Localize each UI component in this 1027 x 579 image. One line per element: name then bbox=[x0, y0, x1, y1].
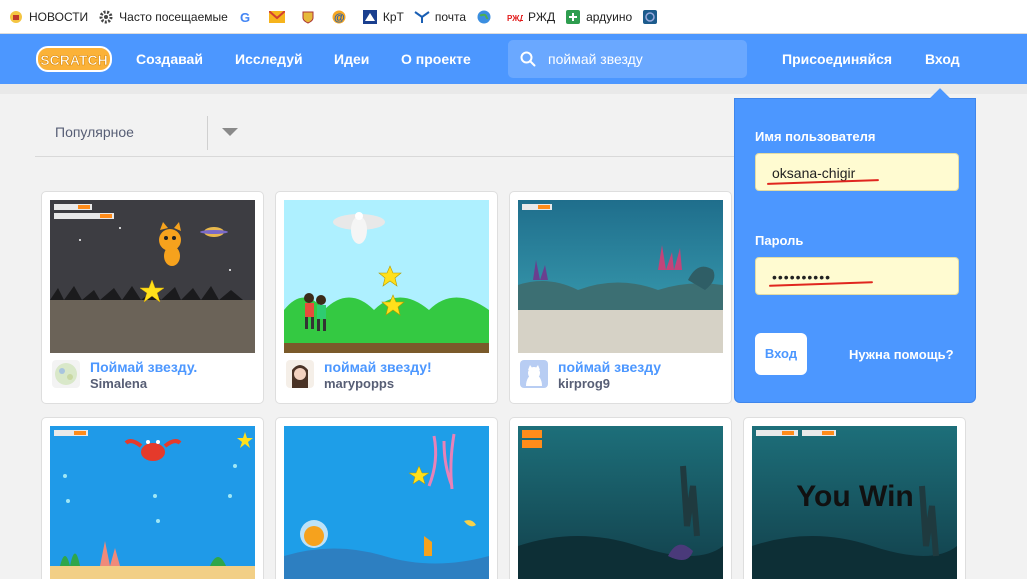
bookmark-post[interactable]: почта bbox=[414, 9, 466, 25]
header-shadow bbox=[0, 84, 1027, 94]
nav-ideas[interactable]: Идеи bbox=[334, 34, 369, 84]
bookmark-mail[interactable] bbox=[268, 9, 290, 25]
avatar[interactable] bbox=[520, 360, 548, 388]
sort-filter: Популярное bbox=[35, 108, 735, 157]
bookmark-google[interactable]: G bbox=[238, 9, 259, 25]
bookmark-emblem[interactable] bbox=[300, 9, 321, 25]
bookmark-frequent[interactable]: Часто посещаемые bbox=[98, 9, 228, 25]
rzd-icon: РЖД bbox=[507, 9, 523, 25]
project-card[interactable]: поймай звезду! marypopps bbox=[275, 191, 498, 404]
bookmark-at[interactable]: @ bbox=[331, 9, 352, 25]
project-thumbnail[interactable] bbox=[284, 426, 489, 579]
project-thumbnail[interactable] bbox=[518, 426, 723, 579]
login-dropdown: Имя пользователя oksana-chigir Пароль ••… bbox=[734, 88, 976, 403]
help-link[interactable]: Нужна помощь? bbox=[849, 347, 954, 362]
nav-explore[interactable]: Исследуй bbox=[235, 34, 303, 84]
nav-join[interactable]: Присоединяйся bbox=[782, 34, 892, 84]
username-field[interactable]: oksana-chigir bbox=[755, 153, 959, 191]
search-input[interactable] bbox=[548, 40, 738, 78]
project-card[interactable] bbox=[275, 417, 498, 579]
signin-button[interactable]: Вход bbox=[755, 333, 807, 375]
circle-icon bbox=[642, 9, 658, 25]
scratch-logo-text: SCRATCH bbox=[40, 52, 107, 68]
emblem-icon bbox=[300, 9, 316, 25]
project-card[interactable]: You Win bbox=[743, 417, 966, 579]
svg-text:РЖД: РЖД bbox=[507, 14, 523, 22]
username-label: Имя пользователя bbox=[755, 129, 876, 144]
at-icon: @ bbox=[331, 9, 347, 25]
post-icon bbox=[414, 9, 430, 25]
bookmark-krt[interactable]: КрТ bbox=[362, 9, 404, 25]
project-thumbnail[interactable] bbox=[50, 426, 255, 579]
bookmark-arduino[interactable]: ардуино bbox=[565, 9, 632, 25]
project-title[interactable]: поймай звезду! bbox=[324, 359, 432, 375]
globe-icon bbox=[476, 9, 492, 25]
project-thumbnail[interactable] bbox=[284, 200, 489, 353]
project-title[interactable]: поймай звезду bbox=[558, 359, 661, 375]
svg-text:@: @ bbox=[334, 12, 345, 24]
google-icon: G bbox=[238, 9, 254, 25]
project-card[interactable] bbox=[41, 417, 264, 579]
news-icon bbox=[8, 9, 24, 25]
bookmark-rzd[interactable]: РЖД РЖД bbox=[507, 9, 555, 25]
bookmark-globe[interactable] bbox=[476, 9, 497, 25]
chevron-down-icon[interactable] bbox=[222, 128, 238, 136]
filter-divider bbox=[207, 116, 208, 150]
bookmark-news[interactable]: НОВОСТИ bbox=[8, 9, 88, 25]
password-field[interactable]: •••••••••• bbox=[755, 257, 959, 295]
project-card[interactable]: поймай звезду kirprog9 bbox=[509, 191, 732, 404]
avatar[interactable] bbox=[286, 360, 314, 388]
username-value: oksana-chigir bbox=[772, 165, 856, 181]
bookmark-circle[interactable] bbox=[642, 9, 663, 25]
password-label: Пароль bbox=[755, 233, 804, 248]
project-card[interactable] bbox=[509, 417, 732, 579]
sort-select-value[interactable]: Популярное bbox=[55, 124, 134, 140]
nav-create[interactable]: Создавай bbox=[136, 34, 203, 84]
mail-icon bbox=[268, 9, 285, 25]
project-author[interactable]: kirprog9 bbox=[558, 376, 610, 391]
search-box[interactable] bbox=[508, 40, 747, 78]
gear-icon bbox=[98, 9, 114, 25]
bookmarks-bar: НОВОСТИ Часто посещаемые G @ КрТ почта Р… bbox=[0, 0, 1027, 34]
you-win-text: You Win bbox=[796, 480, 913, 513]
nav-about[interactable]: О проекте bbox=[401, 34, 471, 84]
project-thumbnail[interactable]: You Win bbox=[752, 426, 957, 579]
project-thumbnail[interactable] bbox=[518, 200, 723, 353]
avatar[interactable] bbox=[52, 360, 80, 388]
krt-icon bbox=[362, 9, 378, 25]
project-thumbnail[interactable] bbox=[50, 200, 255, 353]
project-author[interactable]: Simalena bbox=[90, 376, 147, 391]
scratch-logo[interactable]: SCRATCH bbox=[36, 44, 112, 74]
nav-signin[interactable]: Вход bbox=[925, 34, 960, 84]
plus-icon bbox=[565, 9, 581, 25]
svg-text:G: G bbox=[240, 10, 250, 24]
project-title[interactable]: Поймай звезду. bbox=[90, 359, 197, 375]
project-author[interactable]: marypopps bbox=[324, 376, 394, 391]
search-icon bbox=[520, 51, 536, 72]
project-card[interactable]: Поймай звезду. Simalena bbox=[41, 191, 264, 404]
